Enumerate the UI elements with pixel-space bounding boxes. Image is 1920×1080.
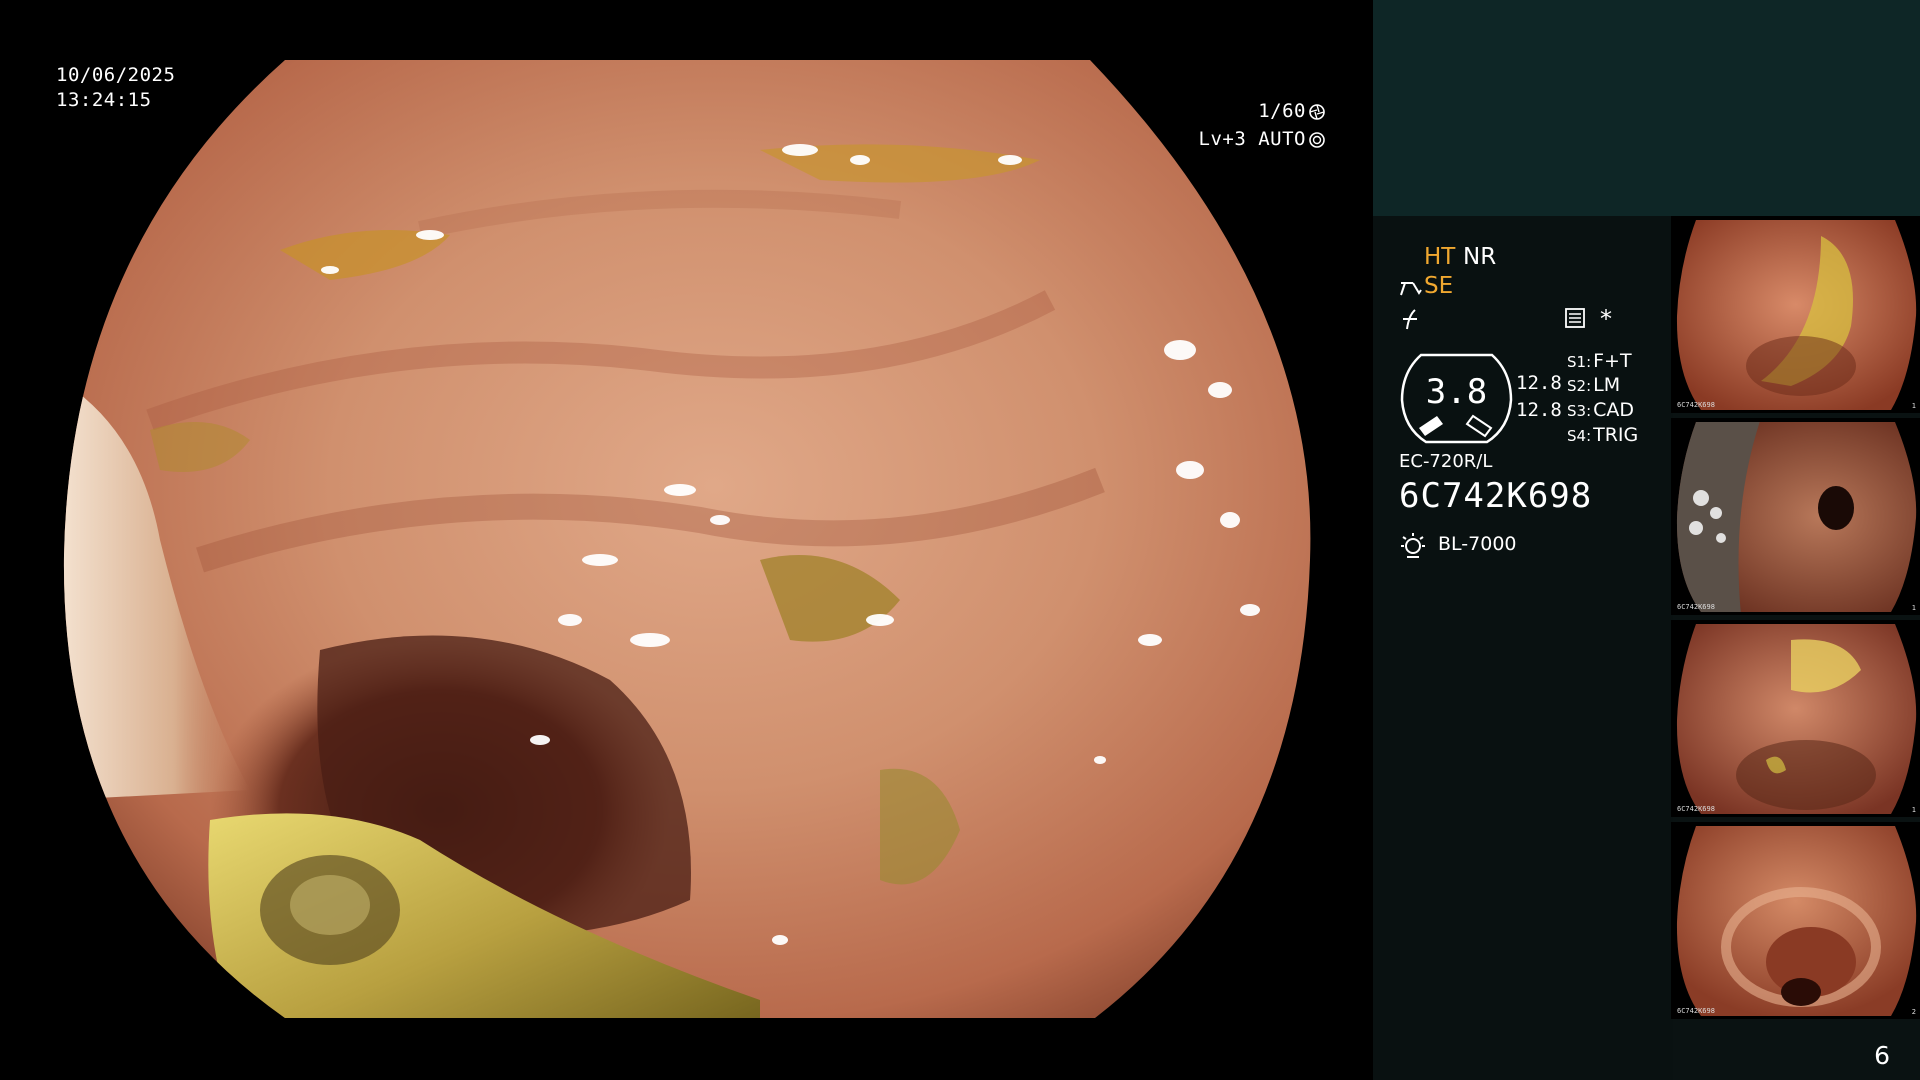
shutter-icon (1309, 103, 1325, 120)
gauge-side-value: 12.8 (1516, 372, 1562, 394)
scope-button-key: S3: (1567, 402, 1592, 420)
scope-button-key: S4: (1567, 427, 1592, 445)
gauge-side-value: 12.8 (1516, 399, 1562, 421)
scope-button-key: S2: (1567, 377, 1592, 395)
iris-icon (1309, 131, 1325, 148)
scope-button-value: TRIG (1593, 424, 1639, 446)
scope-button-value: LM (1593, 374, 1621, 396)
scope-button-value: F+T (1593, 350, 1632, 372)
mode-ht-label: HT (1424, 244, 1456, 270)
date-readout: 10/06/2025 (56, 64, 176, 86)
shutter-speed: 1/60 (1258, 100, 1306, 122)
scope-button-key: S1: (1567, 353, 1592, 371)
thumbnail-4[interactable]: 6C742K698 2 (1671, 822, 1920, 1019)
page-number: 6 (1874, 1041, 1890, 1070)
light-source-label: BL-7000 (1438, 533, 1517, 555)
captured-thumbnails: 6C742K698 1 6C742K698 1 6C742K698 1 6C74… (1671, 216, 1920, 1024)
record-icon (1565, 308, 1585, 328)
thumbnail-image (1676, 422, 1917, 612)
thumbnail-image (1676, 220, 1917, 410)
thumbnail-label: 6C742K698 (1677, 401, 1715, 409)
iris-level-readout: Lv+3 AUTO (1199, 127, 1326, 152)
star-icon: * (1600, 305, 1612, 333)
scope-button-s4: S4: TRIG (1567, 424, 1638, 446)
thumbnail-label: 6C742K698 (1677, 1007, 1715, 1015)
thumbnail-image (1676, 826, 1917, 1016)
scope-serial: 6C742K698 (1399, 476, 1593, 516)
scope-button-s1: S1: F+T (1567, 350, 1632, 372)
thumbnail-index: 2 (1911, 1008, 1916, 1016)
thumbnail-index: 1 (1911, 806, 1916, 814)
thumbnail-image (1676, 624, 1917, 814)
thumbnail-label: 6C742K698 (1677, 805, 1715, 813)
time-readout: 13:24:15 (56, 89, 152, 111)
scope-button-s2: S2: LM (1567, 374, 1620, 396)
scope-button-s3: S3: CAD (1567, 399, 1634, 421)
settings-readout: HT NR SE * 3.8 12.8 12.8 S1: F+T S2: LM (1373, 0, 1673, 1080)
light-source-icon (1401, 533, 1425, 558)
thumbnail-3[interactable]: 6C742K698 1 (1671, 620, 1920, 817)
thumbnail-index: 1 (1911, 604, 1916, 612)
gauge-value: 3.8 (1425, 372, 1488, 412)
mode-se-label: SE (1424, 273, 1454, 299)
thumbnail-1[interactable]: 6C742K698 1 (1671, 216, 1920, 413)
scope-button-value: CAD (1593, 399, 1635, 421)
endoscopic-image (63, 60, 1311, 1018)
mode-nr-label: NR (1463, 244, 1497, 270)
thumbnail-index: 1 (1911, 402, 1916, 410)
shutter-readout: 1/60 (1258, 99, 1326, 124)
thumbnail-2[interactable]: 6C742K698 1 (1671, 418, 1920, 615)
iris-level: Lv+3 AUTO (1198, 128, 1306, 150)
freeze-icon (1403, 309, 1417, 330)
scope-model: EC-720R/L (1399, 451, 1493, 472)
endoscopy-screen: 10/06/2025 13:24:15 1/60 Lv+3 AUTO HT NR… (0, 0, 1920, 1080)
thumbnail-label: 6C742K698 (1677, 603, 1715, 611)
enhancement-icon (1400, 282, 1422, 296)
main-endoscopic-view: 10/06/2025 13:24:15 1/60 Lv+3 AUTO (0, 0, 1373, 1080)
